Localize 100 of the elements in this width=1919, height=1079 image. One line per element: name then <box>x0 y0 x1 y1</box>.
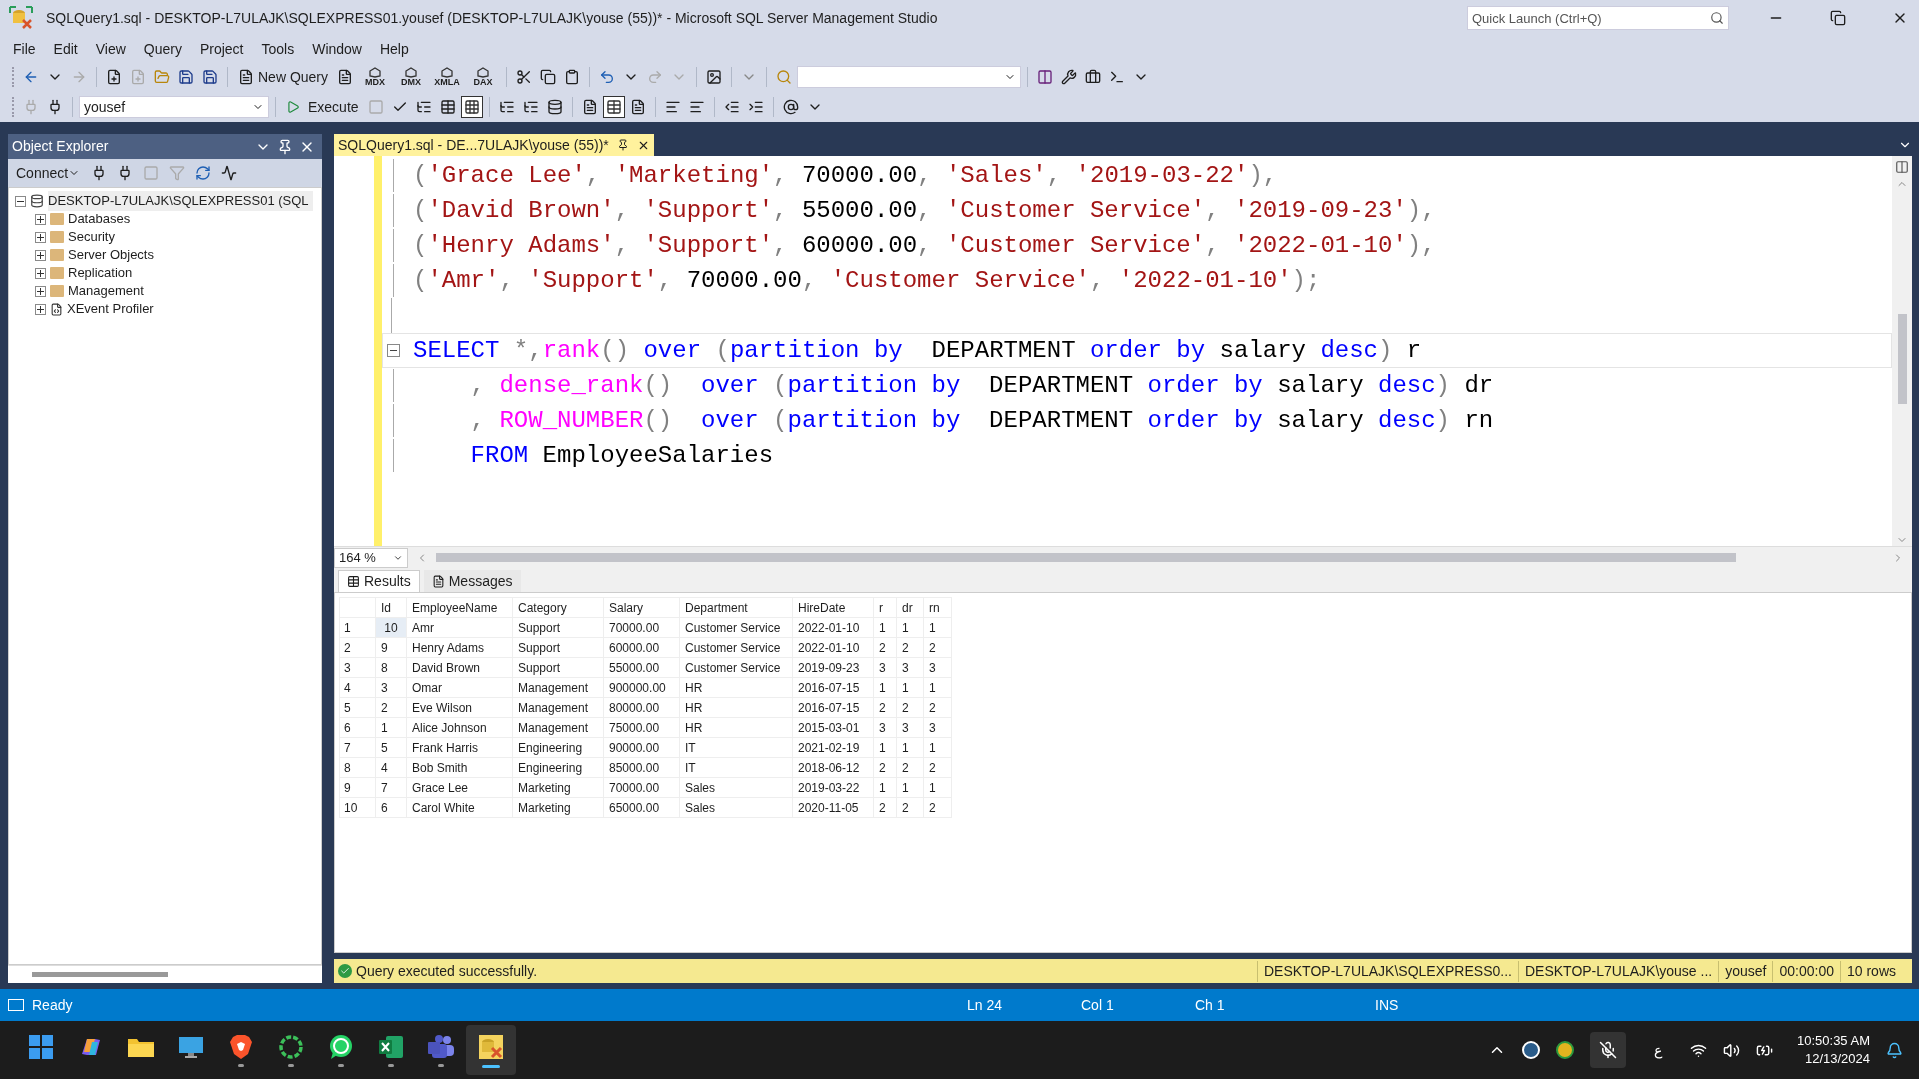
expand-toggle[interactable] <box>35 231 46 243</box>
database-icon[interactable] <box>546 99 563 115</box>
tree-item[interactable]: DESKTOP-L7ULAJK\SQLEXPRESS01 (SQL <box>48 191 313 211</box>
row-number[interactable]: 6 <box>339 717 376 738</box>
column-header[interactable]: Category <box>512 597 604 618</box>
save-icon[interactable] <box>178 69 194 85</box>
tree-item[interactable]: XEvent Profiler <box>67 299 158 319</box>
microphone-muted-icon[interactable] <box>1599 1041 1617 1059</box>
scrollbar-thumb[interactable] <box>436 553 1736 562</box>
toolbox-icon[interactable] <box>1085 69 1102 85</box>
menu-item[interactable]: Tools <box>252 38 304 60</box>
results-tab[interactable]: Messages <box>423 570 521 592</box>
row-number[interactable]: 4 <box>339 677 376 698</box>
tree-item[interactable]: Databases <box>68 209 135 229</box>
tree-item[interactable]: Management <box>68 281 148 301</box>
table-cell: 2021-02-19 <box>792 737 874 758</box>
clock[interactable]: 10:50:35 AM 12/13/2024 <box>1797 1032 1870 1068</box>
database-icon <box>30 194 44 208</box>
scrollbar-thumb[interactable] <box>1897 314 1907 404</box>
menu-item[interactable]: Query <box>134 38 191 60</box>
tree-item[interactable]: Replication <box>68 263 137 283</box>
row-number[interactable]: 5 <box>339 697 376 718</box>
column-header[interactable]: rn <box>923 597 952 618</box>
column-header[interactable]: Department <box>679 597 793 618</box>
expand-toggle[interactable] <box>35 267 46 279</box>
pin-icon[interactable] <box>616 139 629 151</box>
plug-icon[interactable] <box>47 99 63 115</box>
table-icon[interactable] <box>439 99 456 115</box>
query-type-button[interactable]: MDX <box>358 63 393 91</box>
tree-item[interactable]: Server Objects <box>68 245 158 265</box>
expand-toggle[interactable] <box>35 285 46 297</box>
paste-icon[interactable] <box>564 69 581 85</box>
taskbar-button[interactable] <box>466 1025 516 1075</box>
row-number[interactable]: 8 <box>339 757 376 778</box>
notification-bell-icon[interactable] <box>1886 1041 1903 1059</box>
menu-item[interactable]: Edit <box>44 38 87 60</box>
zoom-select[interactable]: 164 % <box>334 547 408 568</box>
document-icon[interactable] <box>337 69 354 85</box>
undo-icon[interactable] <box>599 69 616 85</box>
expand-toggle[interactable] <box>35 249 46 261</box>
results-tab[interactable]: Results <box>338 570 420 592</box>
menu-item[interactable]: Window <box>303 38 371 60</box>
menu-item[interactable]: Project <box>190 38 253 60</box>
database-select[interactable]: yousef <box>79 96 269 118</box>
row-number[interactable]: 9 <box>339 777 376 798</box>
pin-icon[interactable] <box>277 138 293 155</box>
vertical-scrollbar[interactable] <box>1892 156 1912 546</box>
new-file-icon[interactable] <box>106 69 122 85</box>
execute-button[interactable]: Execute <box>282 95 363 119</box>
tree-item[interactable]: Security <box>68 227 119 247</box>
document-icon[interactable] <box>629 99 646 115</box>
cut-icon[interactable] <box>516 69 533 85</box>
volume-icon[interactable] <box>1723 1041 1740 1059</box>
indent-icon[interactable] <box>747 99 764 115</box>
row-number[interactable]: 10 <box>339 797 376 818</box>
wrench-icon[interactable] <box>1061 69 1078 85</box>
column-header[interactable]: Id <box>375 597 407 618</box>
menu-item[interactable]: View <box>86 38 135 60</box>
column-header[interactable]: r <box>873 597 897 618</box>
quick-launch-field[interactable]: Quick Launch (Ctrl+Q) <box>1467 6 1729 31</box>
collapse-toggle[interactable] <box>15 195 26 207</box>
grid-icon[interactable] <box>463 99 480 115</box>
expand-toggle[interactable] <box>35 213 46 225</box>
copy-icon[interactable] <box>540 69 557 85</box>
document-icon[interactable] <box>581 99 598 115</box>
new-query-button[interactable]: New Query <box>234 65 333 89</box>
row-number[interactable]: 2 <box>339 637 376 658</box>
scrollbar-thumb[interactable] <box>32 972 168 977</box>
menu-item[interactable]: Help <box>370 38 418 60</box>
lines-icon[interactable] <box>664 99 681 115</box>
refresh-icon[interactable] <box>195 165 212 181</box>
at-sign-icon[interactable] <box>782 99 799 115</box>
column-header[interactable]: dr <box>896 597 924 618</box>
connect-button[interactable]: Connect <box>12 162 85 184</box>
outdent-icon[interactable] <box>723 99 740 115</box>
row-number[interactable]: 3 <box>339 657 376 678</box>
window-icon[interactable] <box>1037 69 1054 85</box>
expand-toggle[interactable] <box>35 303 46 315</box>
menu-item[interactable]: File <box>4 38 45 60</box>
query-type-button[interactable]: DAX <box>466 63 501 91</box>
column-header[interactable]: EmployeeName <box>406 597 513 618</box>
restore-icon[interactable] <box>1830 10 1846 26</box>
lines-icon[interactable] <box>688 99 705 115</box>
column-header[interactable]: HireDate <box>792 597 874 618</box>
table-cell: 2022-01-10 <box>792 617 874 638</box>
query-type-button[interactable]: XMLA <box>430 63 465 91</box>
query-type-button[interactable]: DMX <box>394 63 429 91</box>
row-number[interactable]: 1 <box>339 617 376 638</box>
terminal-icon[interactable] <box>1109 69 1126 85</box>
column-header[interactable]: Salary <box>603 597 680 618</box>
collapse-toggle[interactable] <box>386 344 400 357</box>
table-cell: 1 <box>896 737 924 758</box>
find-combo-field[interactable] <box>797 66 1022 88</box>
server-name: DESKTOP-L7ULAJK\SQLEXPRESS0... <box>1257 960 1518 982</box>
activity-icon[interactable] <box>221 165 238 181</box>
row-number[interactable]: 7 <box>339 737 376 758</box>
language-indicator[interactable]: ع <box>1642 1039 1674 1061</box>
save-icon[interactable] <box>202 69 218 85</box>
table-icon[interactable] <box>605 99 622 115</box>
document-tab[interactable]: SQLQuery1.sql - DE...7ULAJK\youse (55))* <box>334 134 654 156</box>
